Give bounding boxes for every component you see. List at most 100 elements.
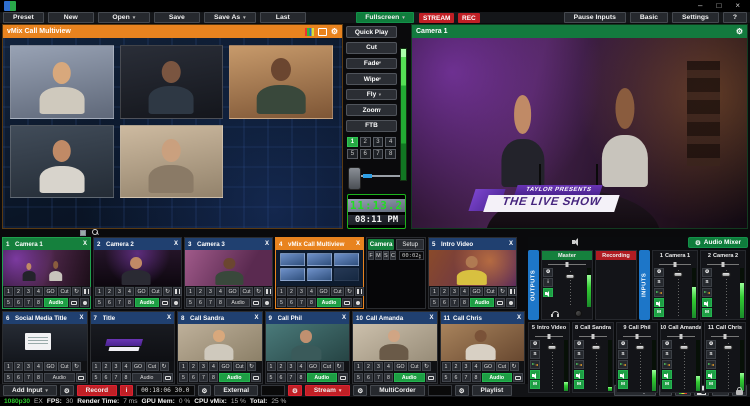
input-panel-call-phil[interactable]: 9Call PhilX 1234GOCut↻ 5678Audio — [265, 311, 351, 384]
pan-slider[interactable] — [659, 261, 691, 267]
pan-slider[interactable] — [667, 333, 695, 339]
input-panel-camera1[interactable]: 1Camera 1X 1234GOCut↻ 5678Audio — [2, 237, 91, 309]
pause-icon[interactable] — [355, 287, 364, 296]
camera-c-button[interactable]: C — [390, 251, 396, 260]
fullscreen-out-icon[interactable] — [160, 298, 170, 307]
cue-1-button[interactable]: 1 — [92, 362, 101, 371]
loop-icon[interactable]: ↻ — [72, 362, 81, 371]
pause-icon[interactable] — [508, 287, 517, 296]
cut-button[interactable]: Cut — [233, 362, 246, 371]
ftb-button[interactable]: FTB — [346, 120, 397, 132]
preview-window[interactable]: vMix Call Multiview ⚙ — [2, 24, 343, 229]
stinger-5-button[interactable]: 5 — [347, 149, 358, 159]
cut-button[interactable]: Cut — [58, 287, 71, 296]
cue-6-button[interactable]: 6 — [14, 373, 23, 382]
pan-slider[interactable] — [623, 333, 651, 339]
input-panel-intro-video[interactable]: 5Intro VideoX 1234GOCut↻ 5678Audio — [428, 237, 517, 309]
go-button[interactable]: GO — [394, 362, 407, 371]
solo-monitor-icon[interactable] — [506, 298, 515, 307]
pan-slider[interactable] — [711, 333, 739, 339]
transition-zoom-button[interactable]: Zoom▾ — [346, 104, 397, 116]
cue-8-button[interactable]: 8 — [384, 373, 393, 382]
cue-2-button[interactable]: 2 — [364, 362, 373, 371]
fullscreen-out-icon[interactable] — [426, 373, 436, 382]
master-volume-fader[interactable] — [554, 268, 586, 307]
cue-8-button[interactable]: 8 — [122, 373, 131, 382]
camera-setup-button[interactable]: Setup — [396, 239, 424, 250]
cue-6-button[interactable]: 6 — [189, 373, 198, 382]
cue-7-button[interactable]: 7 — [112, 373, 121, 382]
mute-button[interactable]: M — [618, 380, 628, 389]
solo-monitor-icon[interactable] — [80, 298, 89, 307]
stream-settings-gear-icon[interactable]: ⚙ — [288, 385, 302, 396]
cue-8-button[interactable]: 8 — [125, 298, 134, 307]
solo-monitor-icon[interactable] — [171, 298, 180, 307]
cue-7-button[interactable]: 7 — [115, 298, 124, 307]
input-panel-call-amanda[interactable]: 10Call AmandaX 1234GOCut↻ 5678Audio — [352, 311, 438, 384]
fullscreen-out-icon[interactable] — [495, 298, 505, 307]
inputs-bus-label[interactable]: INPUTS — [639, 250, 650, 320]
cue-1-button[interactable]: 1 — [179, 362, 188, 371]
cue-5-button[interactable]: 5 — [92, 373, 101, 382]
volume-fader[interactable] — [629, 340, 651, 391]
cue-8-button[interactable]: 8 — [472, 373, 481, 382]
loop-icon[interactable]: ↻ — [345, 287, 354, 296]
close-input-icon[interactable]: X — [79, 315, 83, 321]
cue-7-button[interactable]: 7 — [374, 373, 383, 382]
cue-1-button[interactable]: 1 — [354, 362, 363, 371]
mute-button[interactable]: M — [662, 380, 672, 389]
stinger-7-button[interactable]: 7 — [373, 149, 384, 159]
loop-icon[interactable]: ↻ — [422, 362, 431, 371]
gear-icon[interactable]: ⚙ — [736, 28, 743, 36]
audio-toggle-button[interactable]: Audio — [219, 373, 250, 382]
record-button[interactable]: Record — [77, 385, 117, 396]
input-panel-call-sandra[interactable]: 8Call SandraX 1234GOCut↻ 5678Audio — [177, 311, 263, 384]
camera-f-button[interactable]: F — [368, 251, 374, 260]
cue-4-button[interactable]: 4 — [384, 362, 393, 371]
help-button[interactable]: ? — [723, 12, 747, 23]
external-button[interactable]: External — [214, 385, 258, 396]
cue-3-button[interactable]: 3 — [450, 287, 459, 296]
cue-3-button[interactable]: 3 — [24, 362, 33, 371]
close-input-icon[interactable]: X — [254, 315, 258, 321]
go-button[interactable]: GO — [317, 287, 330, 296]
speaker-icon[interactable] — [654, 298, 664, 307]
cue-4-button[interactable]: 4 — [460, 287, 469, 296]
go-button[interactable]: GO — [470, 287, 483, 296]
mute-button[interactable]: M — [702, 308, 712, 317]
loop-icon[interactable]: ↻ — [335, 362, 344, 371]
cue-3-button[interactable]: 3 — [115, 287, 124, 296]
basic-button[interactable]: Basic — [630, 12, 668, 23]
cue-2-button[interactable]: 2 — [189, 362, 198, 371]
cut-button[interactable]: Cut — [346, 42, 397, 54]
cue-6-button[interactable]: 6 — [452, 373, 461, 382]
cue-2-button[interactable]: 2 — [452, 362, 461, 371]
cue-3-button[interactable]: 3 — [287, 362, 296, 371]
audio-toggle-button[interactable]: Audio — [482, 373, 513, 382]
bus-routing-icon[interactable] — [574, 360, 584, 369]
close-input-icon[interactable]: X — [356, 241, 360, 247]
cue-8-button[interactable]: 8 — [216, 298, 225, 307]
cue-5-button[interactable]: 5 — [95, 298, 104, 307]
t-bar-fader[interactable] — [347, 166, 404, 189]
cue-3-button[interactable]: 3 — [374, 362, 383, 371]
input-thumbnail[interactable] — [94, 250, 181, 286]
go-button[interactable]: GO — [135, 287, 148, 296]
cue-4-button[interactable]: 4 — [125, 287, 134, 296]
cut-button[interactable]: Cut — [240, 287, 253, 296]
cue-5-button[interactable]: 5 — [354, 373, 363, 382]
cue-2-button[interactable]: 2 — [440, 287, 449, 296]
cue-2-button[interactable]: 2 — [105, 287, 114, 296]
gear-icon[interactable]: ⚙ — [662, 340, 672, 349]
fullscreen-out-icon[interactable] — [338, 373, 348, 382]
cue-3-button[interactable]: 3 — [24, 287, 33, 296]
cue-4-button[interactable]: 4 — [122, 362, 131, 371]
loop-icon[interactable]: ↻ — [498, 287, 507, 296]
layout-grid-icon[interactable] — [80, 230, 86, 236]
cue-3-button[interactable]: 3 — [462, 362, 471, 371]
cue-7-button[interactable]: 7 — [24, 373, 33, 382]
solo-button[interactable]: S — [706, 350, 716, 359]
fullscreen-out-icon[interactable] — [163, 373, 173, 382]
gear-icon[interactable]: ⚙ — [654, 268, 664, 277]
close-input-icon[interactable]: X — [509, 241, 513, 247]
